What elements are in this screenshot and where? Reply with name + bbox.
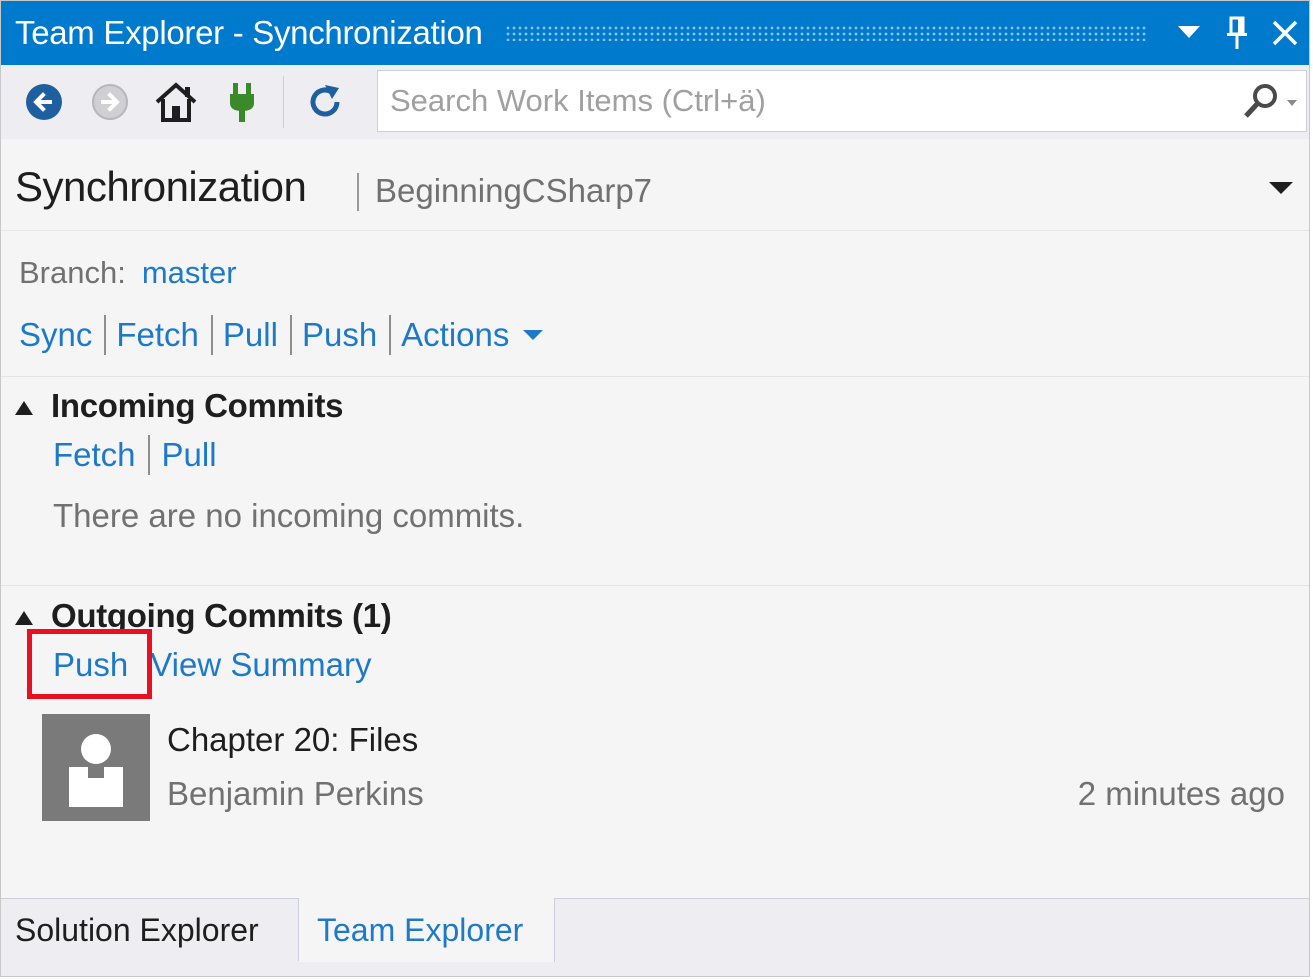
avatar	[42, 714, 150, 821]
window-title: Team Explorer - Synchronization	[15, 14, 483, 51]
page-menu-dropdown-icon[interactable]	[1259, 169, 1303, 209]
tab-label: Solution Explorer	[15, 911, 259, 948]
incoming-links: Fetch Pull	[53, 433, 217, 477]
incoming-commits-title: Incoming Commits	[51, 387, 344, 424]
collapse-triangle-icon[interactable]	[15, 611, 33, 625]
search-box	[377, 70, 1307, 132]
incoming-commits-header[interactable]: Incoming Commits	[15, 387, 344, 425]
no-incoming-commits-message: There are no incoming commits.	[53, 497, 525, 534]
search-button[interactable]	[1234, 71, 1306, 131]
toolbar-separator	[283, 76, 284, 128]
collapse-triangle-icon[interactable]	[15, 401, 33, 415]
link-separator	[147, 435, 150, 475]
sync-actions: Sync Fetch Pull Push Actions	[19, 313, 544, 357]
refresh-icon	[310, 85, 340, 117]
search-icon	[1244, 84, 1297, 118]
pull-link[interactable]: Pull	[223, 316, 278, 354]
back-icon	[26, 84, 62, 120]
branch-label: Branch:	[19, 255, 126, 290]
bottom-tab-strip: Solution Explorer Team Explorer	[1, 898, 1309, 976]
toolbar	[1, 65, 1309, 139]
commit-author: Benjamin Perkins	[167, 775, 424, 812]
header-separator	[357, 173, 359, 211]
actions-dropdown-icon[interactable]	[523, 330, 544, 340]
forward-button[interactable]	[77, 72, 143, 132]
link-separator	[104, 315, 107, 355]
tab-label: Team Explorer	[317, 911, 524, 948]
forward-icon	[92, 84, 128, 120]
sync-link[interactable]: Sync	[19, 316, 92, 354]
title-bar: Team Explorer - Synchronization	[1, 1, 1309, 65]
close-icon[interactable]	[1261, 1, 1309, 65]
link-separator	[210, 315, 213, 355]
actions-menu-link[interactable]: Actions	[401, 316, 509, 354]
branch-row: Branch: master	[19, 255, 237, 291]
tab-solution-explorer[interactable]: Solution Explorer	[1, 899, 299, 961]
window-menu-dropdown-icon[interactable]	[1165, 1, 1213, 65]
search-work-items-input[interactable]	[378, 71, 1234, 131]
plug-icon	[230, 83, 254, 122]
refresh-button[interactable]	[292, 72, 358, 132]
page-title: Synchronization	[15, 163, 307, 210]
fetch-link[interactable]: Fetch	[116, 316, 199, 354]
branch-link[interactable]: master	[142, 255, 237, 290]
commit-timestamp: 2 minutes ago	[1077, 775, 1285, 812]
view-summary-link[interactable]: View Summary	[150, 646, 371, 684]
tab-team-explorer[interactable]: Team Explorer	[299, 898, 555, 962]
section-divider	[1, 376, 1309, 377]
push-link[interactable]: Push	[302, 316, 377, 354]
home-button[interactable]	[143, 72, 209, 132]
section-divider	[1, 585, 1309, 586]
pin-icon[interactable]	[1213, 1, 1261, 65]
back-button[interactable]	[11, 72, 77, 132]
push-highlight-box	[27, 629, 152, 699]
link-separator	[389, 315, 392, 355]
title-bar-grip[interactable]	[504, 25, 1147, 41]
person-icon	[69, 734, 123, 807]
connect-button[interactable]	[209, 72, 275, 132]
home-icon	[155, 82, 197, 122]
incoming-pull-link[interactable]: Pull	[162, 436, 217, 474]
page-header: Synchronization BeginningCSharp7	[1, 139, 1309, 231]
link-separator	[289, 315, 292, 355]
commit-title[interactable]: Chapter 20: Files	[167, 721, 418, 759]
team-explorer-window: Team Explorer - Synchronization Search W…	[0, 0, 1310, 977]
repository-name: BeginningCSharp7	[375, 172, 653, 209]
incoming-fetch-link[interactable]: Fetch	[53, 436, 136, 474]
